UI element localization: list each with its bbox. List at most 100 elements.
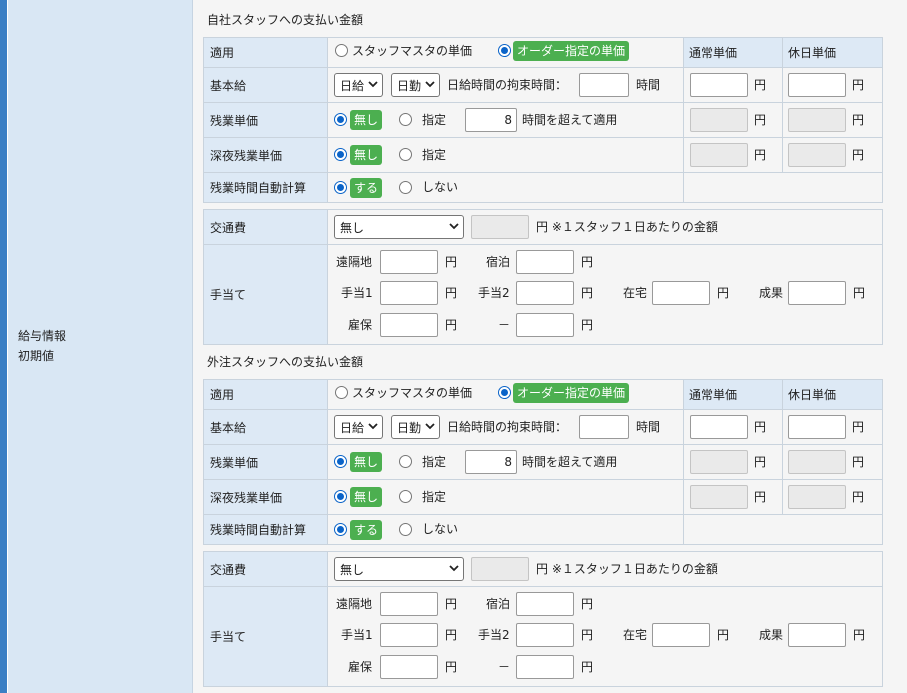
- result-input[interactable]: [788, 623, 846, 647]
- auto-calc-off-label[interactable]: しない: [422, 180, 458, 194]
- normal-base-input[interactable]: [690, 415, 748, 439]
- night-none-badge[interactable]: 無し: [350, 145, 383, 165]
- own-staff-payment-section: 自社スタッフへの支払い金額 適用 スタッフマスタの単価 オーダー指定の単価 基本…: [193, 0, 907, 345]
- holiday-base-input[interactable]: [788, 73, 846, 97]
- auto-calc-off-radio[interactable]: [399, 523, 412, 536]
- auto-calc-on-radio[interactable]: [334, 181, 347, 194]
- col-holiday-rate-text: 休日単価: [788, 46, 837, 60]
- shift-type-select[interactable]: 日勤: [391, 73, 440, 97]
- base-pay-type-select[interactable]: 日給: [334, 73, 383, 97]
- transport-select-value: 無し: [340, 220, 365, 235]
- apply-master-label[interactable]: スタッフマスタの単価: [352, 44, 472, 58]
- allowance-label: 手当て: [203, 244, 328, 345]
- chevron-down-icon: [368, 81, 378, 88]
- apply-master-radio[interactable]: [335, 44, 348, 57]
- shift-type-select[interactable]: 日勤: [391, 415, 440, 439]
- lodging-input[interactable]: [516, 592, 574, 616]
- auto-calc-off-radio[interactable]: [399, 181, 412, 194]
- overtime-specify-label[interactable]: 指定: [422, 455, 446, 469]
- apply-order-badge[interactable]: オーダー指定の単価: [513, 41, 630, 61]
- overtime-label-text: 残業単価: [210, 455, 259, 470]
- apply-order-badge[interactable]: オーダー指定の単価: [513, 383, 630, 403]
- overtime-specify-radio[interactable]: [399, 113, 412, 126]
- yen-unit: 円: [754, 78, 767, 92]
- night-none-radio[interactable]: [334, 148, 347, 161]
- binding-time-label: 日給時間の拘束時間：: [447, 78, 568, 92]
- result-label: 成果: [759, 628, 784, 642]
- night-specify-radio[interactable]: [399, 148, 412, 161]
- night-specify-label[interactable]: 指定: [422, 148, 446, 162]
- allowance2-input[interactable]: [516, 281, 574, 305]
- allowance1-input[interactable]: [380, 623, 438, 647]
- base-pay-type-select[interactable]: 日給: [334, 415, 383, 439]
- normal-overtime-input: [690, 450, 748, 474]
- yen-unit: 円: [853, 286, 866, 300]
- dash-label: －: [498, 660, 511, 674]
- transport-label: 交通費: [203, 209, 328, 245]
- outsourced-staff-payment-section: 外注スタッフへの支払い金額 適用 スタッフマスタの単価 オーダー指定の単価 基本…: [193, 342, 907, 687]
- dash-input[interactable]: [516, 313, 574, 337]
- yen-unit: 円: [445, 597, 458, 611]
- night-overtime-label-text: 深夜残業単価: [210, 148, 283, 163]
- rate-empty-cell: [683, 172, 883, 203]
- binding-time-input[interactable]: [579, 415, 629, 439]
- allowance2-input[interactable]: [516, 623, 574, 647]
- remote-input[interactable]: [380, 250, 438, 274]
- allowance1-input[interactable]: [380, 281, 438, 305]
- yen-unit: 円: [852, 490, 865, 504]
- base-pay-type-value: 日給: [340, 420, 365, 435]
- employment-ins-label: 雇保: [348, 660, 373, 674]
- overtime-specify-label[interactable]: 指定: [422, 113, 446, 127]
- night-none-radio[interactable]: [334, 490, 347, 503]
- normal-overtime-input: [690, 108, 748, 132]
- section-title: 自社スタッフへの支払い金額: [207, 13, 364, 27]
- home-input[interactable]: [652, 623, 710, 647]
- holiday-overtime-input: [788, 108, 846, 132]
- yen-unit: 円: [852, 113, 865, 127]
- binding-time-input[interactable]: [579, 73, 629, 97]
- apply-master-radio[interactable]: [335, 386, 348, 399]
- holiday-base-input[interactable]: [788, 415, 846, 439]
- overtime-hours-input[interactable]: 8: [465, 450, 517, 474]
- night-specify-label[interactable]: 指定: [422, 490, 446, 504]
- allowance-label-text: 手当て: [210, 630, 247, 644]
- col-holiday-rate: 休日単価: [782, 37, 883, 68]
- employment-ins-input[interactable]: [380, 313, 438, 337]
- apply-order-radio[interactable]: [498, 386, 511, 399]
- home-input[interactable]: [652, 281, 710, 305]
- yen-unit: 円: [852, 455, 865, 469]
- night-none-badge[interactable]: 無し: [350, 487, 383, 507]
- transport-select[interactable]: 無し: [334, 557, 464, 581]
- transport-label-text: 交通費: [210, 562, 247, 577]
- auto-calc-on-badge[interactable]: する: [350, 178, 383, 198]
- lodging-label: 宿泊: [486, 255, 511, 269]
- lodging-input[interactable]: [516, 250, 574, 274]
- normal-base-input[interactable]: [690, 73, 748, 97]
- section-title: 外注スタッフへの支払い金額: [207, 355, 364, 369]
- overtime-none-badge[interactable]: 無し: [350, 452, 383, 472]
- auto-calc-off-label[interactable]: しない: [422, 522, 458, 536]
- apply-label: 適用: [203, 379, 328, 410]
- overtime-hours-input[interactable]: 8: [465, 108, 517, 132]
- overtime-none-badge[interactable]: 無し: [350, 110, 383, 130]
- shift-type-value: 日勤: [397, 420, 422, 435]
- overtime-specify-radio[interactable]: [399, 455, 412, 468]
- apply-master-label[interactable]: スタッフマスタの単価: [352, 386, 472, 400]
- night-specify-radio[interactable]: [399, 490, 412, 503]
- allowance1-label: 手当1: [341, 286, 373, 300]
- overtime-none-radio[interactable]: [334, 455, 347, 468]
- overtime-none-radio[interactable]: [334, 113, 347, 126]
- col-holiday-rate: 休日単価: [782, 379, 883, 410]
- yen-unit: 円: [717, 628, 730, 642]
- yen-unit: 円: [581, 597, 594, 611]
- overtime-suffix: 時間を超えて適用: [522, 455, 618, 469]
- transport-select[interactable]: 無し: [334, 215, 464, 239]
- auto-calc-on-radio[interactable]: [334, 523, 347, 536]
- auto-calc-on-badge[interactable]: する: [350, 520, 383, 540]
- result-input[interactable]: [788, 281, 846, 305]
- employment-ins-input[interactable]: [380, 655, 438, 679]
- remote-input[interactable]: [380, 592, 438, 616]
- auto-calc-label: 残業時間自動計算: [203, 514, 328, 545]
- apply-order-radio[interactable]: [498, 44, 511, 57]
- dash-input[interactable]: [516, 655, 574, 679]
